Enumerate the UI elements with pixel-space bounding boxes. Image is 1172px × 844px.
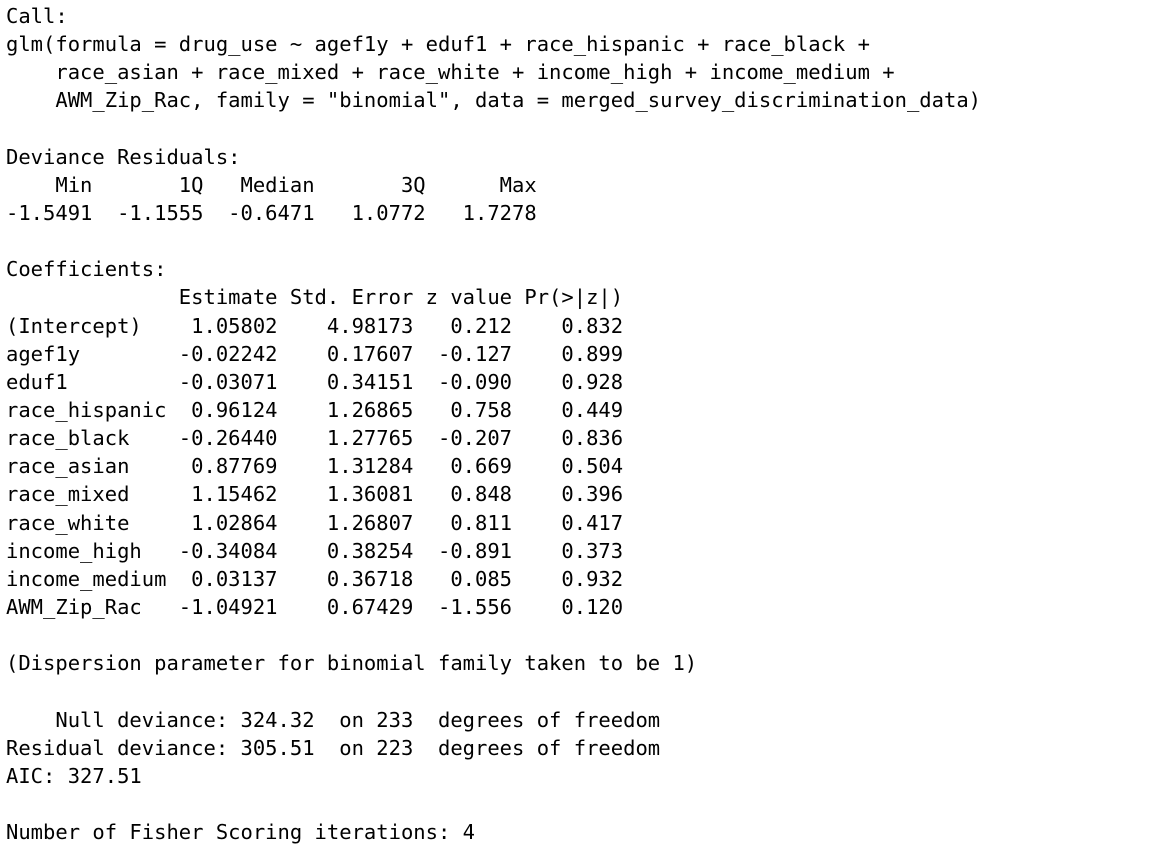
coefficient-row-income-high: income_high -0.34084 0.38254 -0.891 0.37… (6, 538, 624, 563)
deviance-residuals-header: Min 1Q Median 3Q Max (6, 172, 562, 197)
coefficients-title: Coefficients: (6, 257, 167, 282)
coefficient-row-race-hispanic: race_hispanic 0.96124 1.26865 0.758 0.44… (6, 397, 624, 422)
deviance-residuals-title: Deviance Residuals: (6, 144, 253, 169)
coefficients-header: Estimate Std. Error z value Pr(>|z|) (6, 285, 624, 310)
fisher-scoring-iterations: Number of Fisher Scoring iterations: 4 (6, 820, 475, 844)
call-formula-line-1: glm(formula = drug_use ~ agef1y + eduf1 … (6, 32, 883, 57)
r-console-output: Call: glm(formula = drug_use ~ agef1y + e… (0, 0, 1172, 844)
coefficient-row-intercept: (Intercept) 1.05802 4.98173 0.212 0.832 (6, 313, 624, 338)
coefficient-row-awm-zip-rac: AWM_Zip_Rac -1.04921 0.67429 -1.556 0.12… (6, 594, 624, 619)
aic-value: AIC: 327.51 (6, 763, 142, 788)
coefficient-row-race-white: race_white 1.02864 1.26807 0.811 0.417 (6, 510, 624, 535)
residual-deviance: Residual deviance: 305.51 on 223 degrees… (6, 735, 661, 760)
coefficient-row-race-black: race_black -0.26440 1.27765 -0.207 0.836 (6, 426, 624, 451)
coefficient-row-income-medium: income_medium 0.03137 0.36718 0.085 0.93… (6, 566, 624, 591)
coefficient-row-agef1y: agef1y -0.02242 0.17607 -0.127 0.899 (6, 341, 624, 366)
coefficient-row-race-asian: race_asian 0.87769 1.31284 0.669 0.504 (6, 454, 624, 479)
dispersion-note: (Dispersion parameter for binomial famil… (6, 651, 698, 676)
call-formula-line-3: AWM_Zip_Rac, family = "binomial", data =… (6, 88, 982, 113)
deviance-residuals-values: -1.5491 -1.1555 -0.6471 1.0772 1.7278 (6, 200, 562, 225)
null-deviance: Null deviance: 324.32 on 233 degrees of … (6, 707, 661, 732)
coefficient-row-race-mixed: race_mixed 1.15462 1.36081 0.848 0.396 (6, 482, 624, 507)
call-header: Call: (6, 4, 68, 28)
call-formula-line-2: race_asian + race_mixed + race_white + i… (6, 60, 907, 85)
coefficient-row-eduf1: eduf1 -0.03071 0.34151 -0.090 0.928 (6, 369, 624, 394)
